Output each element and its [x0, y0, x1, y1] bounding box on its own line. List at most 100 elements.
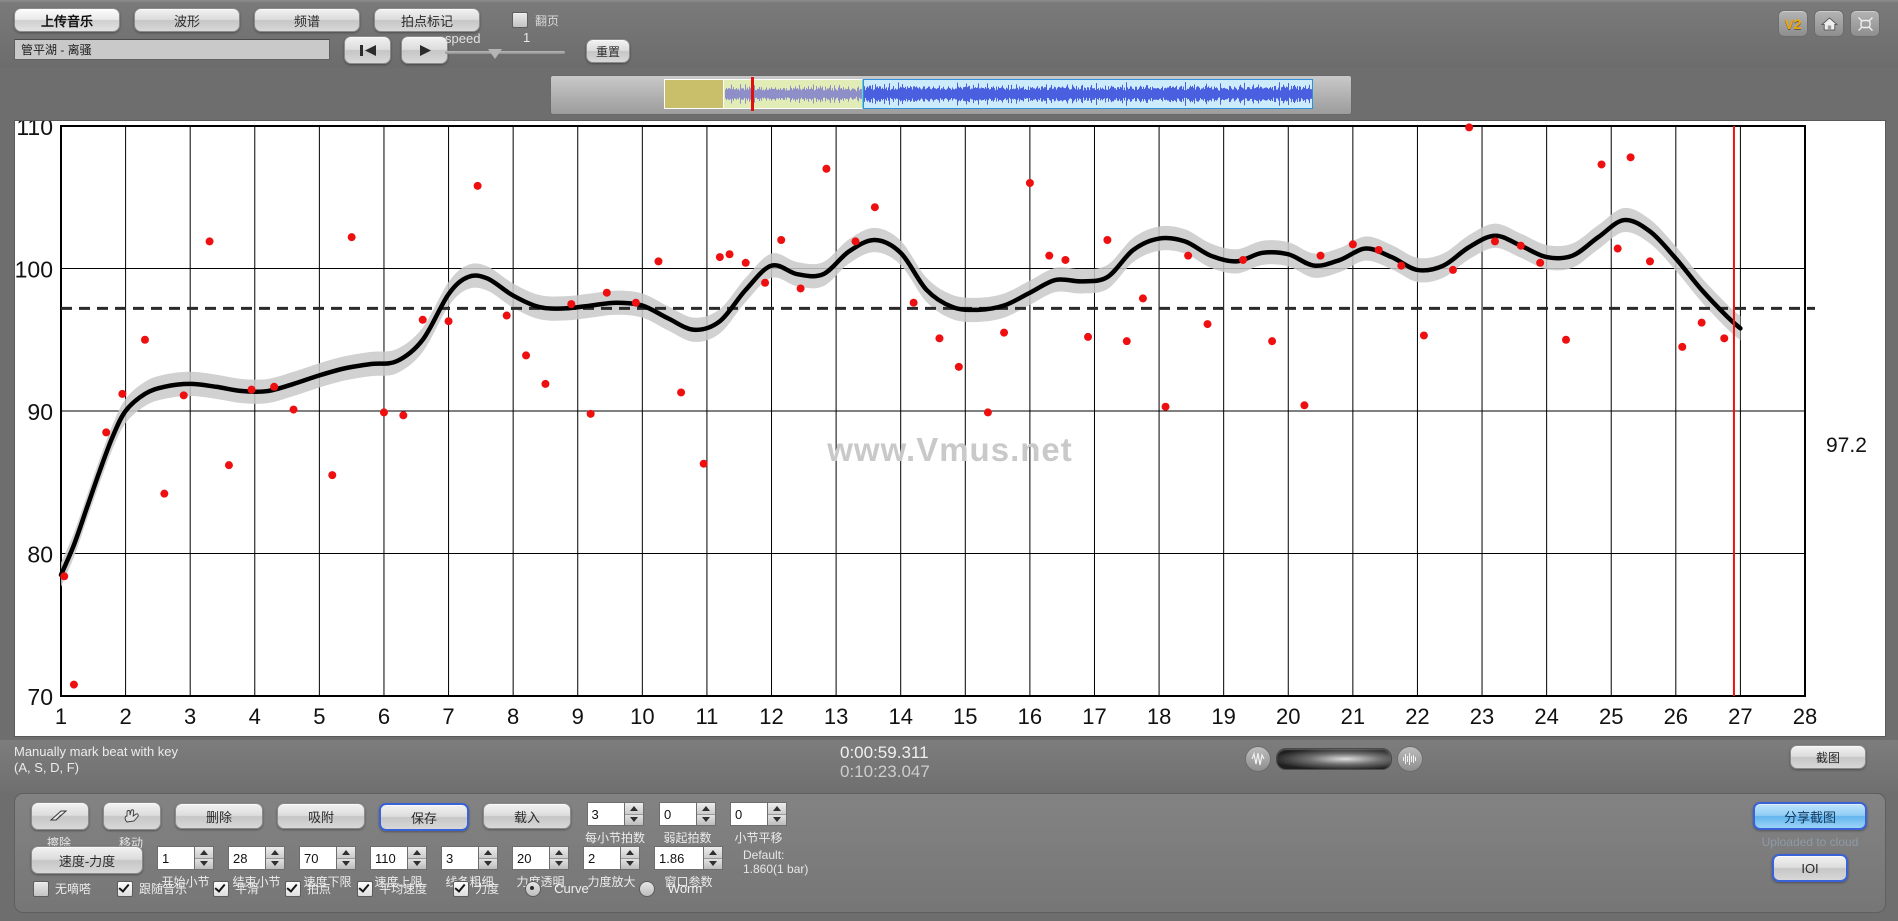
stepper-up-icon[interactable]	[697, 803, 715, 814]
move-tool-button[interactable]	[103, 802, 161, 830]
stepper-down-icon[interactable]	[625, 814, 643, 826]
tab-upload-music[interactable]: 上传音乐	[14, 8, 120, 32]
pickup-beats-value[interactable]: 0	[659, 802, 697, 826]
load-button[interactable]: 载入	[483, 803, 571, 829]
speed-slider-thumb[interactable]	[488, 49, 502, 59]
skip-to-start-button[interactable]	[344, 36, 391, 64]
tab-spectrum[interactable]: 频谱	[254, 8, 360, 32]
reset-button[interactable]: 重置	[586, 39, 630, 63]
stepper-down-icon[interactable]	[479, 858, 497, 870]
beats-checkbox[interactable]: 拍点	[285, 880, 331, 897]
window-param-spinbox[interactable]: 1.86	[654, 846, 723, 870]
stepper-down-icon[interactable]	[266, 858, 284, 870]
dynamics-scale-steppers[interactable]	[621, 846, 640, 870]
erase-tool-button[interactable]	[31, 802, 89, 830]
dynamics-checkbox[interactable]: 力度	[453, 880, 499, 897]
dynamics-alpha-value[interactable]: 20	[512, 846, 550, 870]
worm-radio[interactable]: Worm	[639, 881, 726, 897]
stepper-down-icon[interactable]	[337, 858, 355, 870]
beats-label: 拍点	[307, 880, 331, 897]
bar-shift-spinner[interactable]: 0 小节平移	[730, 802, 787, 846]
start-bar-value[interactable]: 1	[157, 846, 195, 870]
stepper-up-icon[interactable]	[550, 847, 568, 858]
stepper-down-icon[interactable]	[697, 814, 715, 826]
dynamics-alpha-steppers[interactable]	[550, 846, 569, 870]
waveform-icon[interactable]	[1245, 746, 1271, 772]
volume-slider-track[interactable]	[1276, 748, 1392, 770]
stepper-up-icon[interactable]	[768, 803, 786, 814]
tab-waveform[interactable]: 波形	[134, 8, 240, 32]
dynamics-scale-value[interactable]: 2	[583, 846, 621, 870]
dynamics-alpha-spinbox[interactable]: 20	[512, 846, 569, 870]
end-bar-steppers[interactable]	[266, 846, 285, 870]
start-bar-spinbox[interactable]: 1	[157, 846, 214, 870]
stepper-up-icon[interactable]	[337, 847, 355, 858]
screenshot-button[interactable]: 截图	[1790, 745, 1866, 769]
speed-slider-track[interactable]	[445, 51, 565, 54]
window-param-value[interactable]: 1.86	[654, 846, 704, 870]
track-title-field[interactable]: 管平湖 - 离骚	[14, 39, 330, 60]
stepper-down-icon[interactable]	[704, 858, 722, 870]
tempo-dynamics-button[interactable]: 速度-力度	[31, 846, 143, 874]
dynamics-scale-spinbox[interactable]: 2	[583, 846, 640, 870]
smooth-checkbox[interactable]: 平滑	[213, 880, 259, 897]
play-button[interactable]	[401, 36, 448, 64]
follow-music-checkbox[interactable]: 跟随音乐	[117, 880, 187, 897]
tempo-max-steppers[interactable]	[408, 846, 427, 870]
bar-shift-spinbox[interactable]: 0	[730, 802, 787, 826]
move-tool[interactable]: 移动	[103, 802, 161, 851]
pickup-beats-steppers[interactable]	[697, 802, 716, 826]
stepper-down-icon[interactable]	[550, 858, 568, 870]
erase-tool[interactable]: 擦除	[31, 802, 89, 851]
tempo-chart-panel[interactable]: 7080901001101234567891011121314151617181…	[14, 120, 1886, 737]
beats-per-bar-spinner[interactable]: 3 每小节拍数	[585, 802, 645, 846]
ioi-button[interactable]: IOI	[1772, 854, 1848, 882]
share-screenshot-button[interactable]: 分享截图	[1753, 802, 1867, 830]
stepper-up-icon[interactable]	[195, 847, 213, 858]
line-width-steppers[interactable]	[479, 846, 498, 870]
end-bar-spinbox[interactable]: 28	[228, 846, 285, 870]
waveform-playhead[interactable]	[751, 77, 754, 111]
beats-per-bar-steppers[interactable]	[625, 802, 644, 826]
curve-radio[interactable]: Curve	[525, 881, 613, 897]
end-bar-value[interactable]: 28	[228, 846, 266, 870]
pickup-beats-spinner[interactable]: 0 弱起拍数	[659, 802, 716, 846]
stepper-up-icon[interactable]	[625, 803, 643, 814]
stepper-up-icon[interactable]	[408, 847, 426, 858]
volume-slider-group[interactable]	[1245, 746, 1423, 772]
beats-per-bar-spinbox[interactable]: 3	[587, 802, 644, 826]
tempo-min-spinbox[interactable]: 70	[299, 846, 356, 870]
stepper-down-icon[interactable]	[195, 858, 213, 870]
waveform-overview-bar[interactable]	[550, 75, 1352, 115]
average-tempo-checkbox[interactable]: 平均速度	[357, 880, 427, 897]
save-button[interactable]: 保存	[379, 803, 469, 831]
tab-beat-marks[interactable]: 拍点标记	[374, 8, 480, 32]
tempo-max-spinbox[interactable]: 110	[370, 846, 427, 870]
stepper-up-icon[interactable]	[479, 847, 497, 858]
line-width-spinbox[interactable]: 3	[441, 846, 498, 870]
no-click-checkbox[interactable]: 无嘀嗒	[33, 880, 91, 897]
stepper-down-icon[interactable]	[408, 858, 426, 870]
fullscreen-icon[interactable]	[1850, 10, 1880, 37]
stepper-down-icon[interactable]	[621, 858, 639, 870]
stepper-down-icon[interactable]	[768, 814, 786, 826]
home-icon[interactable]	[1814, 10, 1844, 37]
window-param-steppers[interactable]	[704, 846, 723, 870]
page-turn-checkbox[interactable]: 翻页	[512, 12, 559, 29]
tempo-min-steppers[interactable]	[337, 846, 356, 870]
stepper-up-icon[interactable]	[621, 847, 639, 858]
bar-shift-steppers[interactable]	[768, 802, 787, 826]
audio-level-icon[interactable]	[1397, 746, 1423, 772]
pickup-beats-spinbox[interactable]: 0	[659, 802, 716, 826]
beats-per-bar-value[interactable]: 3	[587, 802, 625, 826]
tempo-max-value[interactable]: 110	[370, 846, 408, 870]
version-badge-icon[interactable]: V2	[1778, 10, 1808, 37]
line-width-value[interactable]: 3	[441, 846, 479, 870]
snap-button[interactable]: 吸附	[277, 803, 365, 829]
start-bar-steppers[interactable]	[195, 846, 214, 870]
delete-button[interactable]: 删除	[175, 803, 263, 829]
tempo-min-value[interactable]: 70	[299, 846, 337, 870]
stepper-up-icon[interactable]	[704, 847, 722, 858]
stepper-up-icon[interactable]	[266, 847, 284, 858]
bar-shift-value[interactable]: 0	[730, 802, 768, 826]
